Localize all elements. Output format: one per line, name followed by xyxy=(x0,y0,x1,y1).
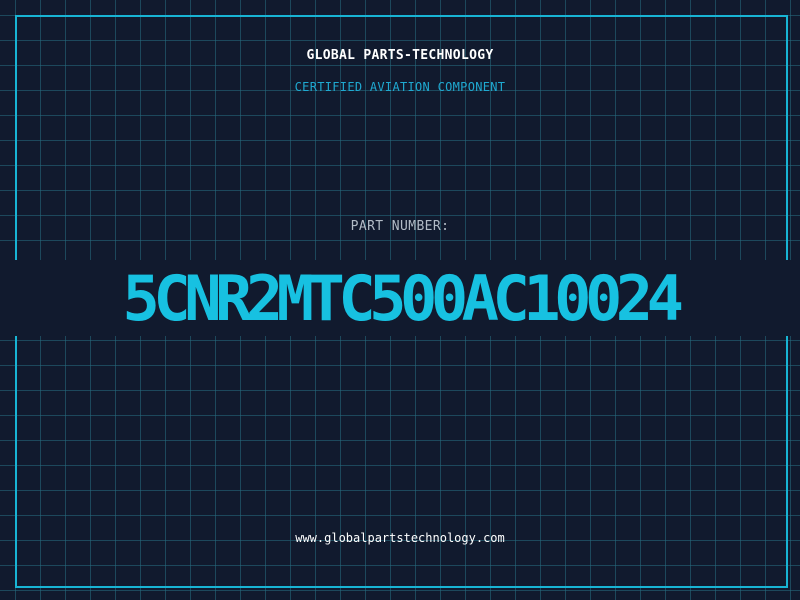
website-url: www.globalpartstechnology.com xyxy=(295,531,505,545)
certification-subtitle: CERTIFIED AVIATION COMPONENT xyxy=(294,80,506,94)
part-number-label: PART NUMBER: xyxy=(350,219,450,234)
company-name: GLOBAL PARTS-TECHNOLOGY xyxy=(306,48,494,63)
part-number-value: 5CNR2MTC500AC10024 xyxy=(122,262,684,335)
